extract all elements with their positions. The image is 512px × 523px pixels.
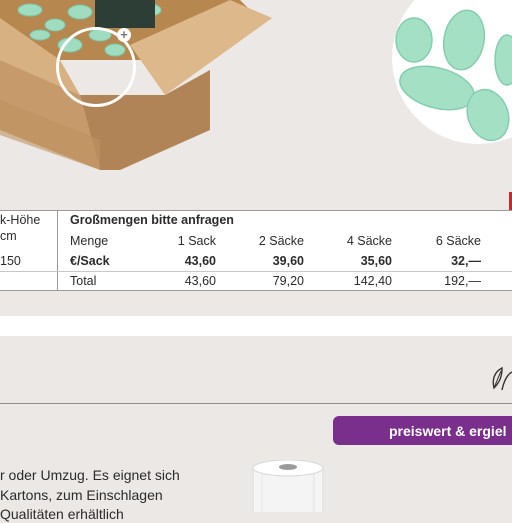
description-line-3: Qualitäten erhältlich xyxy=(0,506,124,522)
total-label: Total xyxy=(70,274,97,288)
table-divider xyxy=(57,210,58,290)
price-2: 39,60 xyxy=(272,254,304,268)
page-gap xyxy=(0,316,512,336)
total-4: 142,40 xyxy=(353,274,392,288)
cardboard-box-image xyxy=(0,0,272,170)
table-top-line xyxy=(0,210,512,211)
leaf-icon xyxy=(492,366,512,391)
left-value: 150 xyxy=(0,254,21,268)
price-label: €/Sack xyxy=(70,254,110,268)
left-header-1: k-Höhe xyxy=(0,213,41,227)
total-1: 43,60 xyxy=(184,274,216,288)
section-line xyxy=(0,403,512,404)
col-menge: Menge xyxy=(70,234,109,248)
total-6: 192,— xyxy=(444,274,481,288)
description-line-2: Kartons, zum Einschlagen xyxy=(0,487,163,503)
price-1: 43,60 xyxy=(184,254,216,268)
table-bottom-line xyxy=(0,290,512,291)
price-4: 35,60 xyxy=(360,254,392,268)
col-6-saecke: 6 Säcke xyxy=(435,234,481,248)
table-title: Großmengen bitte anfragen xyxy=(70,213,234,227)
price-6: 32,— xyxy=(451,254,481,268)
col-1-sack: 1 Sack xyxy=(177,234,216,248)
zoom-plus-icon[interactable]: + xyxy=(117,28,131,42)
packing-peanuts-closeup xyxy=(392,0,512,144)
promo-badge-text: preiswert & ergiel xyxy=(389,423,507,439)
row-separator xyxy=(0,271,512,272)
description-line-1: r oder Umzug. Es eignet sich xyxy=(0,467,180,483)
left-header-2: cm xyxy=(0,229,17,243)
col-4-saecke: 4 Säcke xyxy=(346,234,392,248)
total-2: 79,20 xyxy=(272,274,304,288)
col-2-saecke: 2 Säcke xyxy=(258,234,304,248)
paper-roll-image xyxy=(252,460,324,512)
